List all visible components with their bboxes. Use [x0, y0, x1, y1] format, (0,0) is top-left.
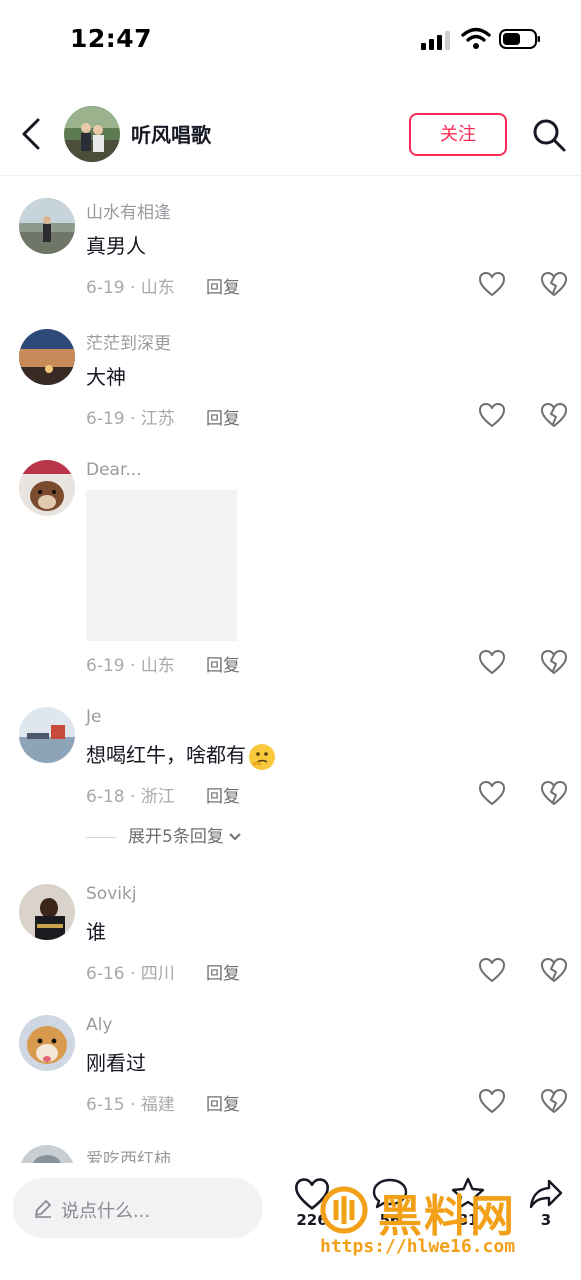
star-icon	[451, 1177, 485, 1210]
comment-text: 真男人	[86, 234, 146, 258]
avatar[interactable]	[19, 884, 75, 940]
follow-button[interactable]: 关注	[409, 113, 507, 156]
broken-heart-icon[interactable]	[540, 649, 568, 675]
expand-replies-button[interactable]: 展开5条回复	[86, 822, 242, 847]
comment-text: 想喝红牛，啥都有	[86, 739, 276, 771]
comment-input-placeholder: 说点什么...	[61, 1201, 151, 1222]
comment-text: 刚看过	[86, 1051, 146, 1075]
heart-icon[interactable]	[478, 957, 506, 983]
bottom-action-bar: 说点什么... 226 56 81 3	[0, 1163, 581, 1280]
thinking-emoji-icon	[249, 743, 275, 770]
comment-meta: 6-16 · 四川	[86, 964, 175, 984]
status-time: 12:47	[70, 24, 153, 53]
reply-button[interactable]: 回复	[206, 1090, 240, 1115]
reply-button[interactable]: 回复	[206, 273, 240, 298]
comment-image[interactable]	[86, 490, 237, 641]
expand-replies-label: 展开5条回复	[128, 827, 224, 847]
avatar[interactable]	[64, 106, 120, 162]
chevron-down-icon	[229, 833, 241, 841]
comment-text: 谁	[86, 920, 106, 944]
expand-divider	[86, 836, 116, 838]
like-count: 226	[296, 1211, 328, 1229]
avatar[interactable]	[19, 460, 75, 516]
avatar[interactable]	[19, 707, 75, 763]
broken-heart-icon[interactable]	[540, 1088, 568, 1114]
search-icon[interactable]	[530, 116, 568, 154]
heart-icon[interactable]	[478, 1088, 506, 1114]
comment-username[interactable]: Aly	[86, 1015, 112, 1035]
comment-bubble-icon	[372, 1178, 408, 1209]
profile-header: 听风唱歌 关注	[0, 98, 581, 176]
share-arrow-icon	[529, 1179, 563, 1209]
avatar[interactable]	[19, 1015, 75, 1071]
comment-text: 大神	[86, 365, 126, 389]
comment-button[interactable]: 56	[368, 1177, 412, 1249]
heart-icon[interactable]	[478, 780, 506, 806]
comment-meta: 6-19 · 山东	[86, 656, 175, 676]
heart-icon	[295, 1178, 329, 1210]
comment-input[interactable]: 说点什么...	[13, 1178, 263, 1238]
broken-heart-icon[interactable]	[540, 402, 568, 428]
comment-username[interactable]: 茫茫到深更	[86, 329, 171, 354]
comment-meta: 6-19 · 江苏	[86, 409, 175, 429]
back-arrow-icon[interactable]	[14, 114, 48, 154]
reply-button[interactable]: 回复	[206, 404, 240, 429]
wifi-icon	[461, 27, 491, 49]
like-button[interactable]: 226	[290, 1177, 334, 1249]
comment-username[interactable]: Sovikj	[86, 884, 137, 904]
reply-button[interactable]: 回复	[206, 651, 240, 676]
comment-meta: 6-18 · 浙江	[86, 787, 175, 807]
comment-username[interactable]: Dear...	[86, 460, 142, 480]
broken-heart-icon[interactable]	[540, 957, 568, 983]
share-count: 3	[540, 1211, 552, 1229]
heart-icon[interactable]	[478, 271, 506, 297]
pencil-icon	[35, 1200, 51, 1218]
comment-meta: 6-15 · 福建	[86, 1095, 175, 1115]
heart-icon[interactable]	[478, 649, 506, 675]
heart-icon[interactable]	[478, 402, 506, 428]
broken-heart-icon[interactable]	[540, 780, 568, 806]
comment-username[interactable]: Je	[86, 707, 101, 727]
avatar[interactable]	[19, 329, 75, 385]
comment-text-content: 想喝红牛，啥都有	[86, 743, 246, 767]
comment-count: 56	[379, 1211, 401, 1229]
status-bar: 12:47	[0, 0, 581, 80]
comment-username[interactable]: 山水有相逢	[86, 198, 171, 223]
battery-icon	[499, 29, 540, 49]
reply-button[interactable]: 回复	[206, 782, 240, 807]
share-button[interactable]: 3	[524, 1177, 568, 1249]
broken-heart-icon[interactable]	[540, 271, 568, 297]
comment-meta: 6-19 · 山东	[86, 278, 175, 298]
cellular-signal-icon	[421, 31, 450, 50]
avatar[interactable]	[19, 198, 75, 254]
page-title: 听风唱歌	[131, 123, 211, 147]
favorite-button[interactable]: 81	[446, 1177, 490, 1249]
reply-button[interactable]: 回复	[206, 959, 240, 984]
favorite-count: 81	[457, 1211, 479, 1229]
